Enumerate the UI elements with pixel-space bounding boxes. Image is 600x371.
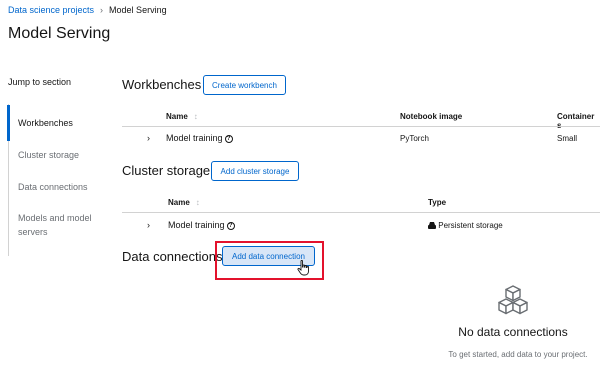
- data-connections-title: Data connections: [122, 249, 223, 264]
- page-title: Model Serving: [8, 25, 111, 42]
- workbench-name: Model training: [166, 133, 223, 143]
- workbench-image: PyTorch: [400, 134, 429, 143]
- empty-state-title: No data connections: [458, 325, 568, 339]
- nav-item-data-connections[interactable]: Data connections: [9, 180, 109, 194]
- table-divider: [122, 126, 600, 127]
- cubes-icon: [498, 285, 528, 315]
- workbenches-col-container: Container s: [557, 112, 595, 130]
- breadcrumb-link-projects[interactable]: Data science projects: [8, 5, 94, 15]
- cluster-storage-title: Cluster storage: [122, 163, 211, 178]
- nav-item-models[interactable]: Models and model servers: [9, 211, 105, 239]
- create-workbench-button[interactable]: Create workbench: [203, 75, 286, 95]
- storage-name: Model training: [168, 220, 225, 230]
- storage-col-name[interactable]: Name ↕: [168, 198, 200, 207]
- storage-col-type: Type: [428, 198, 447, 207]
- hand-pointer-icon: [297, 260, 309, 276]
- add-cluster-storage-button[interactable]: Add cluster storage: [211, 161, 299, 181]
- storage-type: Persistent storage: [428, 221, 503, 230]
- chevron-right-icon[interactable]: ›: [147, 133, 150, 143]
- jump-to-section-label: Jump to section: [8, 77, 72, 87]
- column-header-label: Name: [168, 198, 190, 207]
- empty-state-body: To get started, add data to your project…: [448, 350, 588, 359]
- table-row-name: Model training?: [166, 133, 233, 143]
- help-circle-icon[interactable]: ?: [224, 135, 233, 143]
- storage-type-label: Persistent storage: [438, 221, 503, 230]
- help-circle-icon[interactable]: ?: [226, 222, 235, 230]
- sort-icon[interactable]: ↕: [196, 198, 200, 207]
- workbenches-title: Workbenches: [122, 77, 202, 92]
- column-header-label: Name: [166, 112, 188, 121]
- table-divider: [122, 212, 600, 213]
- breadcrumb: Data science projects › Model Serving: [8, 5, 167, 15]
- nav-item-workbenches[interactable]: Workbenches: [7, 105, 107, 141]
- breadcrumb-current: Model Serving: [109, 5, 167, 15]
- breadcrumb-separator: ›: [100, 5, 104, 15]
- sort-icon[interactable]: ↕: [194, 112, 198, 121]
- nav-item-cluster-storage[interactable]: Cluster storage: [9, 148, 109, 162]
- storage-icon: [428, 222, 436, 229]
- workbenches-col-name[interactable]: Name ↕: [166, 112, 198, 121]
- jump-nav: Workbenches Cluster storage Data connect…: [7, 104, 109, 256]
- table-row-name: Model training?: [168, 220, 235, 230]
- workbenches-col-image: Notebook image: [400, 112, 463, 121]
- chevron-right-icon[interactable]: ›: [147, 220, 150, 230]
- workbench-size: Small: [557, 134, 578, 143]
